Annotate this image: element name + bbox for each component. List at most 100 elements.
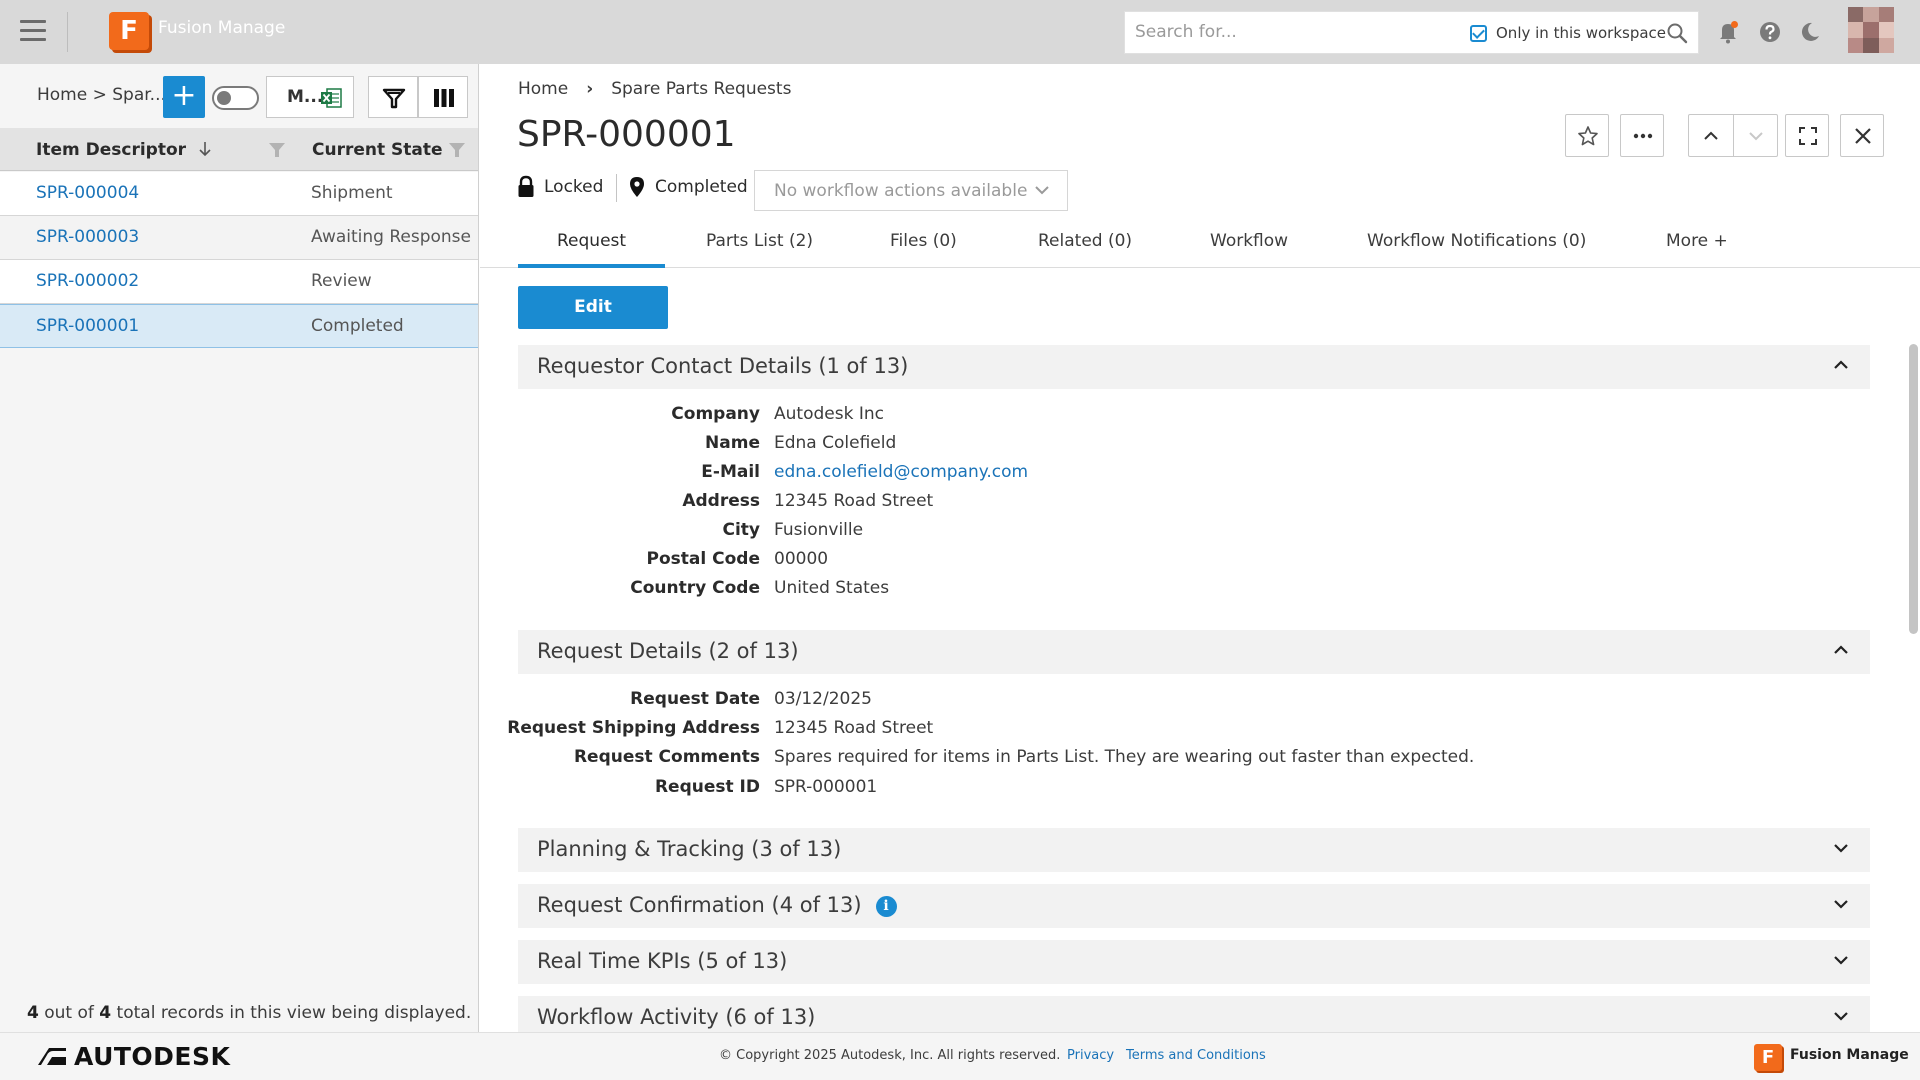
- field-label: Request Comments: [573, 747, 760, 767]
- privacy-link[interactable]: Privacy: [1067, 1048, 1114, 1063]
- breadcrumb: Home › Spare Parts Requests: [518, 79, 791, 99]
- chevron-down-icon[interactable]: [1834, 899, 1848, 909]
- product-name: Fusion Manage: [1790, 1047, 1909, 1063]
- fusion-manage-footer-logo: F: [1754, 1044, 1782, 1071]
- autodesk-logo-icon: [38, 1048, 66, 1065]
- field-label: Name: [705, 433, 760, 453]
- help-icon[interactable]: [1756, 18, 1784, 46]
- workspace-checkbox[interactable]: [1470, 25, 1487, 42]
- chevron-up-icon[interactable]: [1834, 645, 1848, 655]
- email-link[interactable]: edna.colefield@company.com: [774, 462, 1028, 482]
- bell-icon[interactable]: [1714, 18, 1742, 46]
- nav-divider: [1733, 115, 1734, 156]
- info-icon[interactable]: i: [875, 896, 897, 917]
- location-pin-icon: [630, 177, 644, 197]
- scrollbar[interactable]: [1909, 344, 1918, 634]
- section-real-time-kpis[interactable]: Real Time KPIs (5 of 13): [518, 940, 1870, 984]
- avatar[interactable]: [1848, 7, 1894, 53]
- field-address: Address 12345 Road Street: [518, 491, 1870, 519]
- moon-icon[interactable]: [1796, 18, 1824, 46]
- chevron-down-icon[interactable]: [1834, 843, 1848, 853]
- table-row-selected[interactable]: SPR-000001 Completed: [0, 304, 478, 348]
- list-breadcrumb[interactable]: Home > Spar...: [37, 85, 166, 105]
- more-actions-button[interactable]: [1620, 114, 1664, 157]
- field-label: Request Shipping Address: [507, 718, 760, 738]
- row-item-link[interactable]: SPR-000001: [36, 316, 139, 336]
- row-item-link[interactable]: SPR-000003: [36, 227, 139, 247]
- field-request-date: Request Date 03/12/2025: [518, 689, 1870, 717]
- tab-request[interactable]: Request: [557, 231, 626, 251]
- section-planning-tracking[interactable]: Planning & Tracking (3 of 13): [518, 828, 1870, 872]
- bookmark-button[interactable]: [1565, 114, 1609, 157]
- section-title: Real Time KPIs (5 of 13): [537, 949, 788, 973]
- add-item-button[interactable]: +: [163, 76, 205, 118]
- menu-icon[interactable]: [20, 20, 46, 42]
- table-row[interactable]: SPR-000004 Shipment: [0, 172, 478, 216]
- fusion-manage-logo[interactable]: F: [109, 12, 149, 50]
- section-title: Planning & Tracking (3 of 13): [537, 837, 842, 861]
- filter-button[interactable]: [368, 76, 418, 118]
- filter-icon: [382, 88, 406, 109]
- section-requestor-contact-details[interactable]: Requestor Contact Details (1 of 13): [518, 345, 1870, 389]
- export-label: M...: [287, 87, 324, 107]
- excel-icon: [321, 88, 342, 108]
- columns-button[interactable]: [418, 76, 468, 118]
- column-header-current-state[interactable]: Current State: [312, 140, 443, 160]
- expand-icon: [1799, 127, 1817, 145]
- edit-button[interactable]: Edit: [518, 286, 668, 329]
- sort-descending-icon[interactable]: [198, 141, 212, 157]
- field-value: Fusionville: [774, 520, 864, 540]
- field-label: City: [722, 520, 760, 540]
- chevron-up-icon[interactable]: [1834, 360, 1848, 370]
- export-excel-button[interactable]: M...: [266, 76, 354, 118]
- row-item-link[interactable]: SPR-000002: [36, 271, 139, 291]
- terms-link[interactable]: Terms and Conditions: [1126, 1048, 1266, 1063]
- table-row[interactable]: SPR-000002 Review: [0, 260, 478, 304]
- tab-workflow-notifications[interactable]: Workflow Notifications (0): [1367, 231, 1586, 251]
- chevron-down-icon[interactable]: [1834, 1011, 1848, 1021]
- tab-workflow[interactable]: Workflow: [1210, 231, 1288, 251]
- record-navigation: [1688, 114, 1778, 157]
- app-name[interactable]: Fusion Manage: [158, 18, 285, 38]
- search-input[interactable]: [1135, 22, 1455, 42]
- section-title: Workflow Activity (6 of 13): [537, 1005, 816, 1029]
- column-filter-icon[interactable]: [448, 141, 466, 159]
- close-button[interactable]: [1840, 114, 1884, 157]
- column-header-item-descriptor[interactable]: Item Descriptor: [36, 140, 212, 160]
- field-value: Autodesk Inc: [774, 404, 884, 424]
- field-company: Company Autodesk Inc: [518, 404, 1870, 432]
- workflow-actions-dropdown[interactable]: No workflow actions available: [754, 170, 1068, 211]
- page-title: SPR-000001: [517, 114, 736, 155]
- field-value: Edna Colefield: [774, 433, 897, 453]
- breadcrumb-home[interactable]: Home: [518, 79, 568, 99]
- column-filter-icon[interactable]: [268, 141, 286, 159]
- row-state: Shipment: [311, 183, 393, 203]
- search-icon[interactable]: [1665, 21, 1689, 45]
- next-record-icon[interactable]: [1745, 125, 1767, 147]
- previous-record-icon[interactable]: [1700, 125, 1722, 147]
- tab-files[interactable]: Files (0): [890, 231, 957, 251]
- field-city: City Fusionville: [518, 520, 1870, 548]
- section-title: Requestor Contact Details (1 of 13): [537, 354, 909, 378]
- star-icon: [1578, 126, 1598, 146]
- record-tabs: Request Parts List (2) Files (0) Related…: [480, 220, 1920, 268]
- section-request-details[interactable]: Request Details (2 of 13): [518, 630, 1870, 674]
- table-row[interactable]: SPR-000003 Awaiting Response: [0, 216, 478, 260]
- workspace-checkbox-label[interactable]: Only in this workspace: [1496, 24, 1666, 42]
- tab-more[interactable]: More +: [1666, 231, 1728, 251]
- section-request-confirmation[interactable]: Request Confirmation (4 of 13) i: [518, 884, 1870, 928]
- field-label: Request ID: [654, 777, 760, 797]
- field-postal-code: Postal Code 00000: [518, 549, 1870, 577]
- record-count-shown: 4: [27, 1003, 39, 1023]
- row-state: Awaiting Response: [311, 227, 471, 247]
- breadcrumb-workspace[interactable]: Spare Parts Requests: [611, 79, 791, 99]
- field-value: 03/12/2025: [774, 689, 872, 709]
- field-request-comments: Request Comments Spares required for ite…: [518, 747, 1870, 775]
- view-toggle[interactable]: [212, 86, 259, 110]
- row-item-link[interactable]: SPR-000004: [36, 183, 139, 203]
- chevron-down-icon[interactable]: [1834, 955, 1848, 965]
- tab-related[interactable]: Related (0): [1038, 231, 1132, 251]
- tab-parts-list[interactable]: Parts List (2): [706, 231, 813, 251]
- field-value: United States: [774, 578, 890, 598]
- fullscreen-button[interactable]: [1785, 114, 1829, 157]
